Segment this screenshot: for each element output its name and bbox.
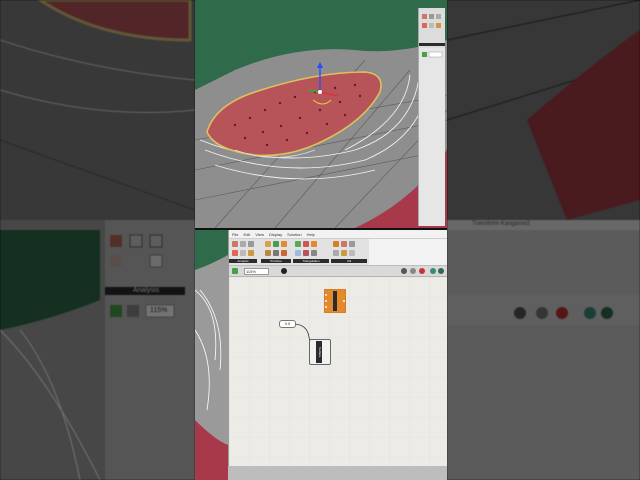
display-mode-icon[interactable] xyxy=(430,268,436,274)
analysis-label: Analysis xyxy=(133,287,160,294)
right-tabs-text: Transform Kangaroo2 xyxy=(472,221,531,227)
mini-toolbar xyxy=(419,8,445,58)
canvas-toolbar: 115% xyxy=(229,266,447,277)
menu-display[interactable]: Display xyxy=(269,232,282,237)
solve-icon[interactable] xyxy=(419,268,425,274)
analysis-icon-4[interactable] xyxy=(232,250,238,256)
grasshopper-area: File Edit View Display Solution Help Ana… xyxy=(195,230,447,480)
phone-frame: File Edit View Display Solution Help Ana… xyxy=(195,0,447,480)
zoom-field[interactable]: 115% xyxy=(244,268,269,275)
sketch-icon[interactable] xyxy=(438,268,444,274)
gh-canvas[interactable]: 0.5 Surface xyxy=(229,277,447,466)
util-icon-6[interactable] xyxy=(349,250,355,256)
util-icon-1[interactable] xyxy=(333,241,339,247)
bake-icon[interactable] xyxy=(401,268,407,274)
triangulation-icon-4[interactable] xyxy=(295,250,301,256)
left-blurred-viewport xyxy=(0,0,195,480)
ribbon-empty-area xyxy=(369,239,447,265)
rhino-scene xyxy=(195,0,447,228)
analysis-icon-3[interactable] xyxy=(248,241,254,247)
menu-view[interactable]: View xyxy=(255,232,264,237)
menu-solution[interactable]: Solution xyxy=(287,232,301,237)
analysis-icon-1[interactable] xyxy=(232,241,238,247)
menu-edit[interactable]: Edit xyxy=(243,232,250,237)
grasshopper-mini-window[interactable] xyxy=(418,8,445,226)
surface-component-label: Surface xyxy=(316,341,322,363)
rhino-viewport[interactable] xyxy=(195,0,447,228)
menu-help[interactable]: Help xyxy=(307,232,315,237)
triangulation-icon-1[interactable] xyxy=(295,241,301,247)
surface-component[interactable]: Surface xyxy=(309,339,331,365)
preview-icon[interactable] xyxy=(281,268,287,274)
primitive-icon-6[interactable] xyxy=(281,250,287,256)
primitive-icon-1[interactable] xyxy=(265,241,271,247)
gh-menubar: File Edit View Display Solution Help xyxy=(229,230,447,239)
gh-ribbon: Analysis Primitive Triangulation Util xyxy=(229,239,447,266)
analysis-icon-2[interactable] xyxy=(240,241,246,247)
triangulation-icon-6[interactable] xyxy=(311,250,317,256)
triangulation-icon-5[interactable] xyxy=(303,250,309,256)
analysis-icon-6[interactable] xyxy=(248,250,254,256)
util-icon-3[interactable] xyxy=(349,241,355,247)
triangulation-icon-2[interactable] xyxy=(303,241,309,247)
left-background-panel: Analysis 115% xyxy=(0,0,195,480)
orange-component-shape xyxy=(323,288,347,314)
util-icon-2[interactable] xyxy=(341,241,347,247)
orange-component[interactable] xyxy=(323,288,347,314)
primitive-icon-2[interactable] xyxy=(273,241,279,247)
primitive-icon-5[interactable] xyxy=(273,250,279,256)
grasshopper-window[interactable]: File Edit View Display Solution Help Ana… xyxy=(228,230,447,466)
disable-icon[interactable] xyxy=(410,268,416,274)
panel-label-analysis: Analysis xyxy=(229,259,257,263)
right-background-panel: Transform Kangaroo2 xyxy=(447,0,640,480)
util-icon-5[interactable] xyxy=(341,250,347,256)
primitive-icon-3[interactable] xyxy=(281,241,287,247)
number-slider[interactable]: 0.5 xyxy=(279,320,296,328)
save-icon[interactable] xyxy=(232,268,238,274)
panel-label-primitive: Primitive xyxy=(261,259,291,263)
zoom-readout: 115% xyxy=(150,307,168,314)
analysis-icon-5[interactable] xyxy=(240,250,246,256)
panel-label-util: Util xyxy=(331,259,367,263)
triangulation-icon-3[interactable] xyxy=(311,241,317,247)
primitive-icon-4[interactable] xyxy=(265,250,271,256)
rhino-viewport-behind xyxy=(195,230,228,480)
right-blurred-viewport xyxy=(447,0,640,480)
panel-label-triangulation: Triangulation xyxy=(293,259,329,263)
util-icon-4[interactable] xyxy=(333,250,339,256)
menu-file[interactable]: File xyxy=(232,232,238,237)
